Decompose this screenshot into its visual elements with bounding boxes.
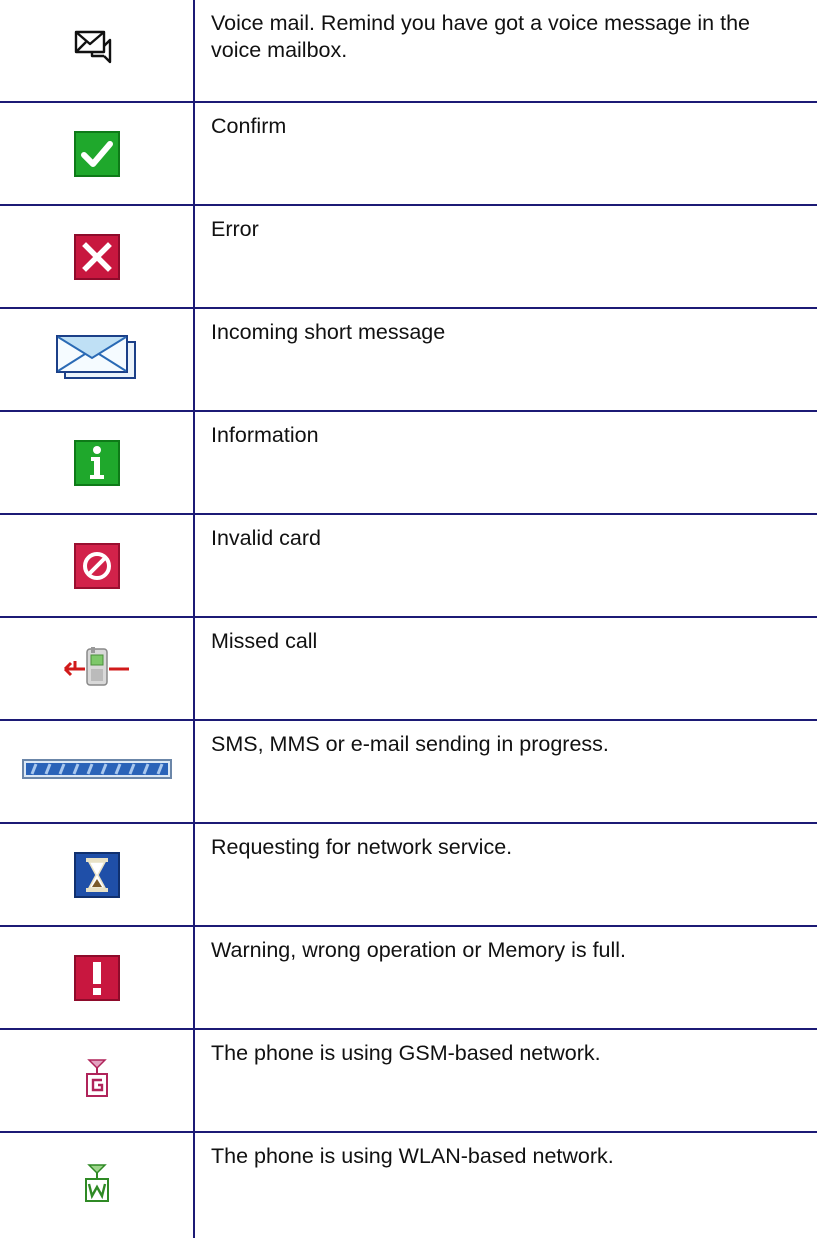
wlan-network-icon: [83, 1163, 111, 1208]
table-row: Missed call: [0, 618, 817, 721]
icon-cell: [0, 618, 193, 719]
table-row: Requesting for network service.: [0, 824, 817, 927]
icon-cell: [0, 927, 193, 1028]
gsm-network-icon: [83, 1058, 111, 1103]
confirm-check-icon: [73, 130, 120, 177]
description-text: Invalid card: [193, 515, 817, 616]
table-row: Incoming short message: [0, 309, 817, 412]
voice-mail-icon: [72, 26, 122, 75]
description-text: Error: [193, 206, 817, 307]
icon-cell: [0, 824, 193, 925]
table-row: The phone is using GSM-based network.: [0, 1030, 817, 1133]
description-text: Missed call: [193, 618, 817, 719]
icon-description-table: Voice mail. Remind you have got a voice …: [0, 0, 817, 1238]
table-row: Error: [0, 206, 817, 309]
missed-call-icon: [61, 643, 133, 694]
description-text: Warning, wrong operation or Memory is fu…: [193, 927, 817, 1028]
table-row: Invalid card: [0, 515, 817, 618]
icon-cell: [0, 721, 193, 822]
invalid-card-icon: [73, 542, 120, 589]
icon-cell: [0, 1133, 193, 1238]
icon-cell: [0, 1030, 193, 1131]
information-icon: [73, 439, 120, 486]
table-row: Information: [0, 412, 817, 515]
sending-progress-bar-icon: [21, 759, 172, 784]
icon-cell: [0, 103, 193, 204]
table-row: Confirm: [0, 103, 817, 206]
table-row: Voice mail. Remind you have got a voice …: [0, 0, 817, 103]
description-text: The phone is using GSM-based network.: [193, 1030, 817, 1131]
incoming-sms-envelope-icon: [55, 334, 139, 385]
icon-cell: [0, 0, 193, 101]
error-x-icon: [73, 233, 120, 280]
description-text: SMS, MMS or e-mail sending in progress.: [193, 721, 817, 822]
table-row: The phone is using WLAN-based network.: [0, 1133, 817, 1238]
icon-cell: [0, 206, 193, 307]
warning-exclamation-icon: [73, 954, 120, 1001]
description-text: The phone is using WLAN-based network.: [193, 1133, 817, 1238]
table-row: Warning, wrong operation or Memory is fu…: [0, 927, 817, 1030]
icon-cell: [0, 515, 193, 616]
description-text: Information: [193, 412, 817, 513]
hourglass-icon: [73, 851, 120, 898]
description-text: Voice mail. Remind you have got a voice …: [193, 0, 817, 101]
description-text: Confirm: [193, 103, 817, 204]
icon-cell: [0, 309, 193, 410]
table-row: SMS, MMS or e-mail sending in progress.: [0, 721, 817, 824]
description-text: Requesting for network service.: [193, 824, 817, 925]
description-text: Incoming short message: [193, 309, 817, 410]
icon-cell: [0, 412, 193, 513]
